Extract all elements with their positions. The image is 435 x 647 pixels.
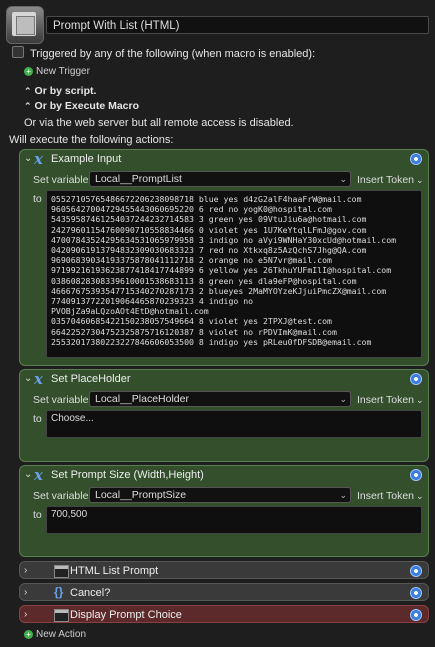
gear-icon[interactable]	[410, 373, 422, 385]
braces-icon: {}	[54, 585, 64, 599]
variable-name-field[interactable]: Local__PromptSize ⌄	[89, 487, 351, 503]
plus-icon: +	[24, 67, 33, 76]
triggered-row[interactable]: Triggered by any of the following (when …	[12, 46, 315, 60]
action-title[interactable]: Set PlaceHolder	[51, 373, 131, 385]
set-variable-label: Set variable	[33, 490, 89, 502]
action-example-input[interactable]: ⌄ x Example Input Set variable Local__Pr…	[19, 149, 429, 366]
expand-arrow-icon[interactable]: ›	[24, 565, 27, 576]
gear-icon[interactable]	[410, 587, 422, 599]
macro-header: Prompt With List (HTML)	[6, 6, 429, 44]
triggered-label: Triggered by any of the following (when …	[30, 48, 316, 60]
actions-heading: Will execute the following actions:	[9, 134, 174, 146]
action-set-placeholder[interactable]: ⌄ x Set PlaceHolder Set variable Local__…	[19, 369, 429, 462]
new-action-button[interactable]: + New Action	[24, 629, 86, 640]
macro-title-field[interactable]: Prompt With List (HTML)	[46, 16, 429, 34]
dropdown-chevron-icon: ⌄	[416, 395, 424, 405]
or-by-execute-row[interactable]: ⌃ Or by Execute Macro	[24, 100, 139, 112]
insert-token-button[interactable]: Insert Token ⌄	[357, 174, 424, 186]
text-field[interactable]: 05527105765486672206238098718 blue yes d…	[46, 190, 422, 358]
insert-token-button[interactable]: Insert Token ⌄	[357, 490, 424, 502]
variable-x-icon: x	[34, 150, 43, 168]
macro-group-icon	[6, 6, 44, 44]
collapse-arrow-icon[interactable]: ⌄	[24, 153, 32, 164]
set-variable-label: Set variable	[33, 174, 89, 186]
web-server-note: Or via the web server but all remote acc…	[24, 117, 294, 129]
text-field[interactable]: Choose...	[46, 410, 422, 438]
expand-arrow-icon[interactable]: ›	[24, 609, 27, 620]
new-trigger-button[interactable]: + New Trigger	[24, 66, 90, 77]
action-title[interactable]: HTML List Prompt	[70, 565, 158, 577]
action-html-list-prompt[interactable]: › HTML List Prompt	[19, 561, 429, 579]
dropdown-chevron-icon[interactable]: ⌄	[339, 392, 347, 406]
to-label: to	[33, 193, 42, 205]
dropdown-chevron-icon: ⌄	[416, 491, 424, 501]
action-display-prompt-choice[interactable]: › Display Prompt Choice	[19, 605, 429, 623]
updown-chevron-icon: ⌃	[24, 101, 32, 111]
dropdown-chevron-icon[interactable]: ⌄	[339, 488, 347, 502]
dropdown-chevron-icon: ⌄	[416, 175, 424, 185]
text-field[interactable]: 700,500	[46, 506, 422, 534]
collapse-arrow-icon[interactable]: ⌄	[24, 373, 32, 384]
window-icon	[54, 565, 69, 578]
action-title[interactable]: Set Prompt Size (Width,Height)	[51, 469, 204, 481]
variable-name-field[interactable]: Local__PlaceHolder ⌄	[89, 391, 351, 407]
insert-token-button[interactable]: Insert Token ⌄	[357, 394, 424, 406]
variable-x-icon: x	[34, 370, 43, 388]
window-icon	[54, 609, 69, 622]
variable-x-icon: x	[34, 466, 43, 484]
updown-chevron-icon: ⌃	[24, 86, 32, 96]
gear-icon[interactable]	[410, 565, 422, 577]
gear-icon[interactable]	[410, 153, 422, 165]
collapse-arrow-icon[interactable]: ⌄	[24, 469, 32, 480]
action-cancel[interactable]: › {} Cancel?	[19, 583, 429, 601]
action-title[interactable]: Cancel?	[70, 587, 110, 599]
action-title[interactable]: Example Input	[51, 153, 121, 165]
action-title[interactable]: Display Prompt Choice	[70, 609, 182, 621]
set-variable-label: Set variable	[33, 394, 89, 406]
expand-arrow-icon[interactable]: ›	[24, 587, 27, 598]
variable-name-field[interactable]: Local__PromptList ⌄	[89, 171, 351, 187]
to-label: to	[33, 413, 42, 425]
or-by-script-row[interactable]: ⌃ Or by script.	[24, 85, 96, 97]
plus-icon: +	[24, 630, 33, 639]
dropdown-chevron-icon[interactable]: ⌄	[339, 172, 347, 186]
action-set-prompt-size[interactable]: ⌄ x Set Prompt Size (Width,Height) Set v…	[19, 465, 429, 557]
to-label: to	[33, 509, 42, 521]
trigger-checkbox[interactable]	[12, 46, 24, 58]
gear-icon[interactable]	[410, 609, 422, 621]
gear-icon[interactable]	[410, 469, 422, 481]
